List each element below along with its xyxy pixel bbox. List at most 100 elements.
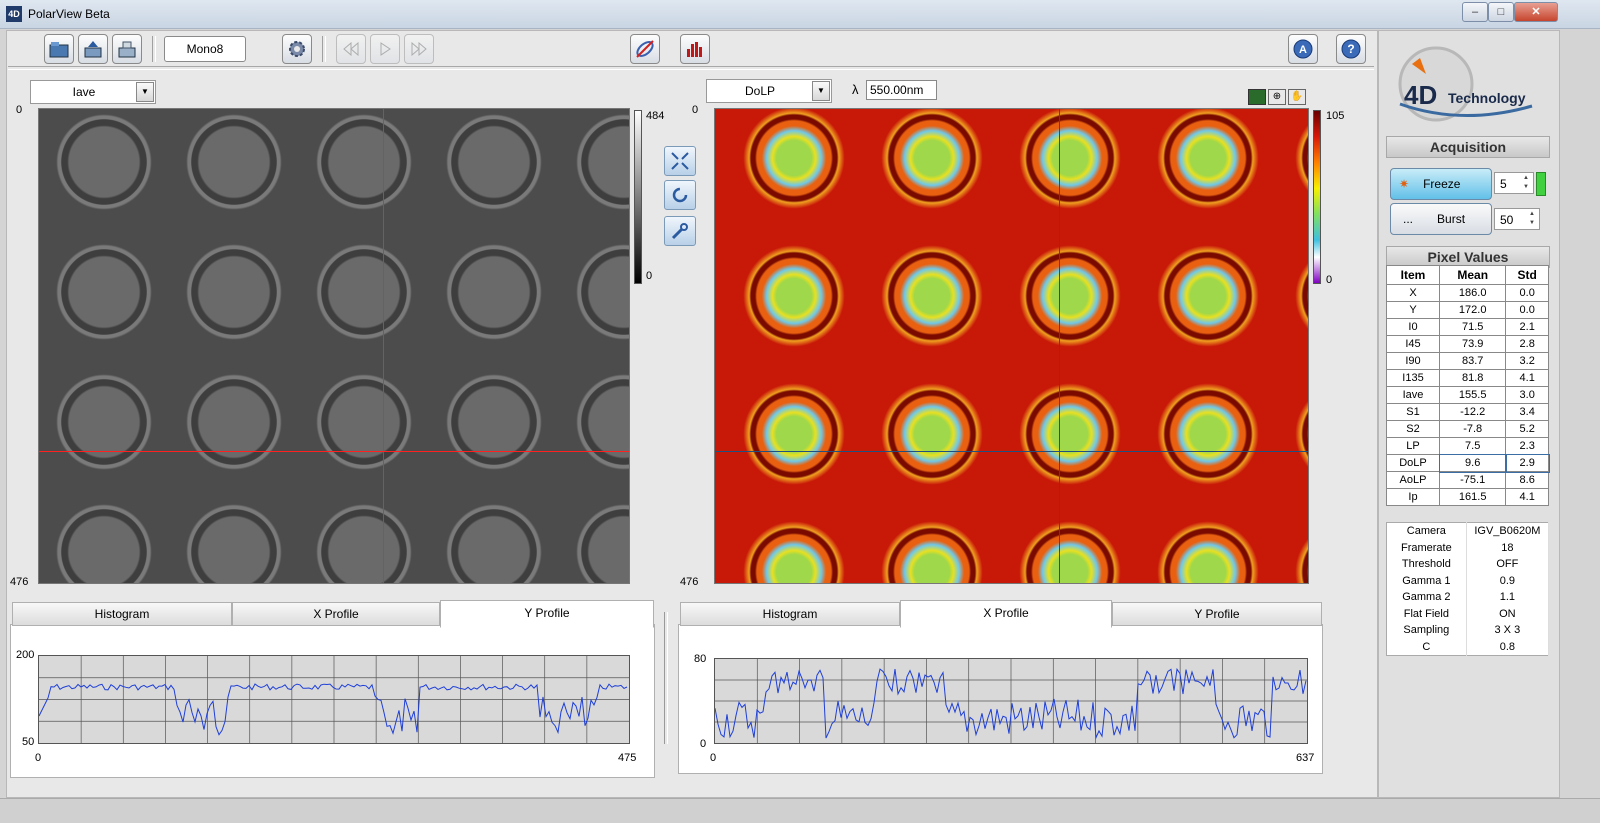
intensity-image[interactable] <box>38 108 630 584</box>
help-button[interactable]: ? <box>1336 34 1366 64</box>
right-plot-xmax: 637 <box>1296 752 1315 764</box>
left-tab-x-profile[interactable]: X Profile <box>232 602 440 626</box>
left-plot-ymin: 50 <box>22 736 35 748</box>
left-channel-select[interactable]: Iave ▼ <box>30 80 156 104</box>
table-cell: 9.6 <box>1438 453 1507 473</box>
maximize-button[interactable]: □ <box>1488 2 1514 22</box>
play-button[interactable] <box>370 34 400 64</box>
freeze-button[interactable]: ✷ Freeze <box>1390 168 1492 200</box>
table-row: AoLP -75.1 8.6 <box>1386 471 1549 489</box>
dolp-image[interactable] <box>714 108 1309 584</box>
table-cell: Y <box>1386 301 1440 319</box>
right-cbar-min: 0 <box>1326 274 1333 286</box>
column-header: Item <box>1386 265 1440 285</box>
right-tab-y-profile[interactable]: Y Profile <box>1112 602 1322 626</box>
burst-count-value: 50 <box>1500 213 1514 227</box>
table-row: LP 7.5 2.3 <box>1386 437 1549 455</box>
toolbar-divider <box>8 66 1374 70</box>
right-y-top-label: 0 <box>692 104 699 116</box>
left-plot-xmax: 475 <box>618 752 637 764</box>
info-label: Flat Field <box>1386 605 1467 622</box>
save-button[interactable] <box>78 34 108 64</box>
table-cell: 161.5 <box>1438 488 1507 506</box>
rewind-button[interactable] <box>336 34 366 64</box>
left-profile-plot[interactable] <box>38 655 630 744</box>
column-header: Mean <box>1438 265 1507 285</box>
fit-view-button[interactable] <box>664 146 696 176</box>
panel-splitter[interactable] <box>664 612 668 744</box>
open-file-button[interactable] <box>44 34 74 64</box>
table-cell: 3.0 <box>1505 386 1549 404</box>
right-profile-plot[interactable] <box>714 658 1308 744</box>
status-bar <box>0 798 1600 823</box>
table-cell: 3.4 <box>1505 403 1549 421</box>
right-tab-histogram[interactable]: Histogram <box>680 602 900 626</box>
auto-icon: A <box>1293 39 1313 59</box>
tools-button[interactable] <box>664 216 696 246</box>
freeze-count-value: 5 <box>1500 177 1507 191</box>
left-y-top-label: 0 <box>16 104 23 116</box>
table-row: X 186.0 0.0 <box>1386 284 1549 302</box>
settings-button[interactable] <box>282 34 312 64</box>
right-channel-select[interactable]: DoLP ▼ <box>706 79 832 103</box>
table-cell: 71.5 <box>1438 318 1507 336</box>
table-cell: 73.9 <box>1438 335 1507 353</box>
fast-forward-icon <box>411 42 427 56</box>
burst-count-input[interactable]: 50 ▲ ▼ <box>1494 208 1540 230</box>
column-header: Std <box>1505 265 1549 285</box>
table-row: DoLP 9.6 2.9 <box>1386 453 1550 473</box>
left-tab-y-profile[interactable]: Y Profile <box>440 600 654 628</box>
info-label: Sampling <box>1386 622 1467 639</box>
fast-forward-button[interactable] <box>404 34 434 64</box>
table-cell: LP <box>1386 437 1440 455</box>
burst-button[interactable]: ... Burst <box>1390 203 1492 235</box>
disconnect-button[interactable] <box>630 34 660 64</box>
info-value: 1.1 <box>1466 589 1550 606</box>
wavelength-field[interactable]: 550.00nm <box>866 80 937 100</box>
info-value: OFF <box>1466 556 1550 573</box>
info-label: C <box>1386 638 1467 656</box>
zoom-tool-icon[interactable]: ⊕ <box>1268 89 1286 105</box>
pixel-format-display: Mono8 <box>164 36 246 62</box>
pan-hand-icon[interactable]: ✋ <box>1288 89 1306 105</box>
table-cell: Ip <box>1386 488 1440 506</box>
table-cell: 4.1 <box>1505 369 1549 387</box>
right-colorbar <box>1313 110 1321 284</box>
table-row: I45 73.9 2.8 <box>1386 335 1549 353</box>
freeze-label: Freeze <box>1423 177 1461 191</box>
freeze-count-input[interactable]: 5 ▲ ▼ <box>1494 172 1534 194</box>
left-y-bottom-label: 476 <box>10 576 29 588</box>
disconnect-icon <box>636 40 654 58</box>
table-cell: DoLP <box>1386 454 1440 472</box>
crosshair-tool-icon[interactable] <box>1248 89 1266 105</box>
left-colorbar <box>634 110 642 284</box>
info-value: 18 <box>1466 539 1550 556</box>
right-tab-x-profile[interactable]: X Profile <box>900 600 1112 628</box>
table-cell: 7.5 <box>1438 437 1507 455</box>
table-row: S1 -12.2 3.4 <box>1386 403 1549 421</box>
refresh-button[interactable] <box>664 180 696 210</box>
auto-button[interactable]: A <box>1288 34 1318 64</box>
left-tab-histogram[interactable]: Histogram <box>12 602 232 626</box>
camera-info-table: Camera IGV_B0620M Framerate 18 Threshold OFF G… <box>1386 522 1550 656</box>
export-button[interactable] <box>112 34 142 64</box>
table-cell: -12.2 <box>1438 403 1507 421</box>
table-cell: 83.7 <box>1438 352 1507 370</box>
rewind-icon <box>343 42 359 56</box>
table-cell: 81.8 <box>1438 369 1507 387</box>
table-row: Y 172.0 0.0 <box>1386 301 1549 319</box>
spinner-arrows-icon[interactable]: ▲ ▼ <box>1520 174 1532 192</box>
info-label: Gamma 1 <box>1386 572 1467 589</box>
close-button[interactable]: ✕ <box>1514 2 1558 22</box>
spinner-arrows-icon[interactable]: ▲ ▼ <box>1526 210 1538 228</box>
histogram-button[interactable] <box>680 34 710 64</box>
gear-icon <box>289 41 305 57</box>
freeze-icon: ✷ <box>1399 177 1410 191</box>
table-cell: I90 <box>1386 352 1440 370</box>
table-cell: 0.0 <box>1505 284 1549 302</box>
app-icon: 4D <box>6 6 22 22</box>
minimize-button[interactable]: – <box>1462 2 1488 22</box>
dropdown-arrow-icon: ▼ <box>812 81 830 101</box>
crosshair-vertical <box>1059 109 1060 583</box>
table-cell: -7.8 <box>1438 420 1507 438</box>
